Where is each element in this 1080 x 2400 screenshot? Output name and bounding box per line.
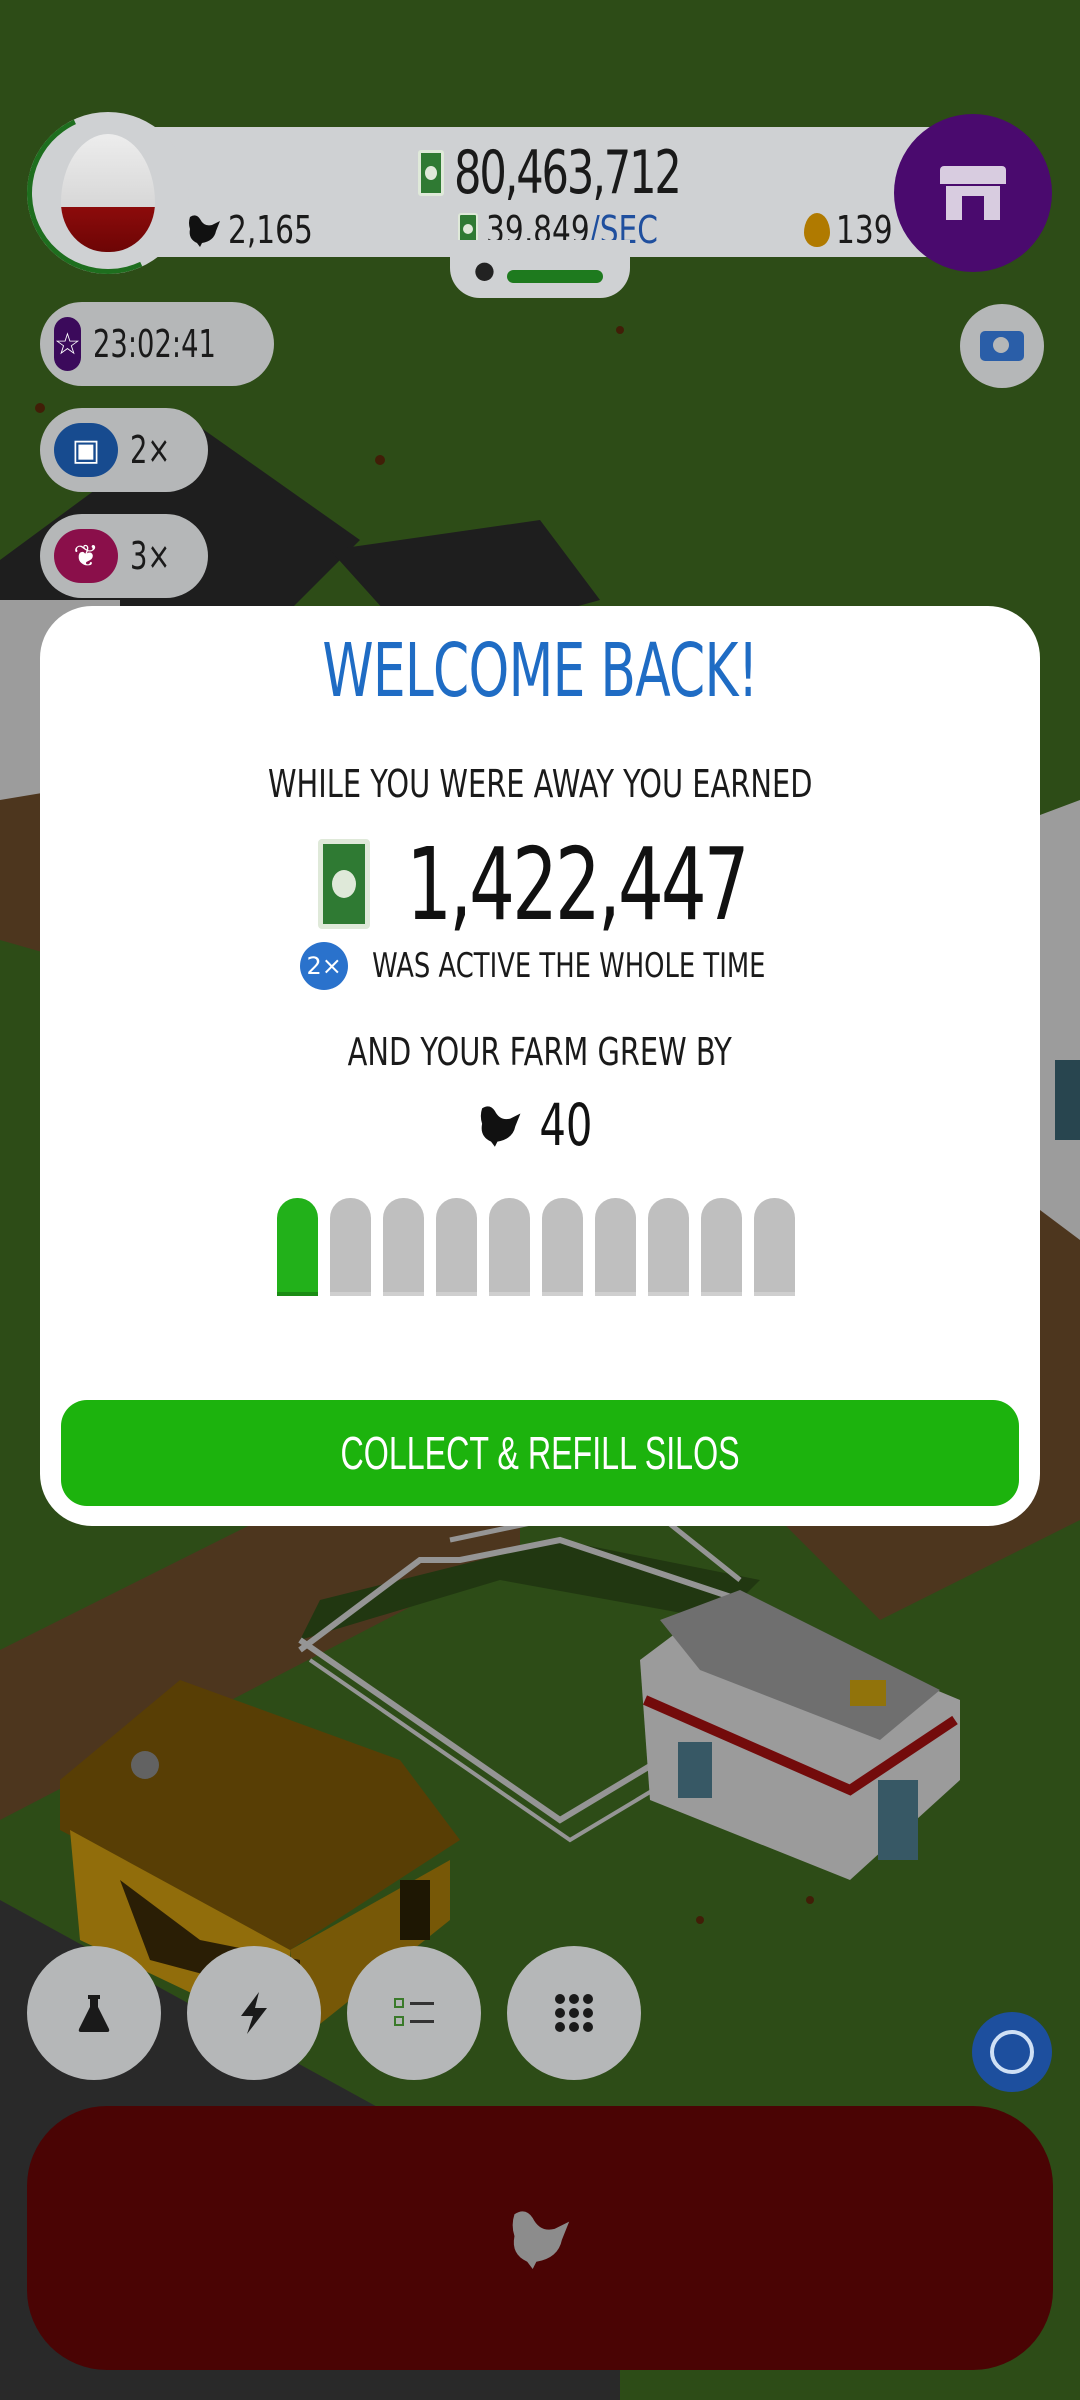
hatch-chicken-button[interactable] — [27, 2106, 1053, 2370]
feather-boost-pill[interactable]: ❦ 3× — [40, 514, 208, 598]
earned-label: WHILE YOU WERE AWAY YOU EARNED — [267, 762, 813, 806]
camera-button[interactable] — [960, 304, 1044, 388]
cash-icon — [418, 150, 444, 196]
boost-timer-pill[interactable]: ☆ 23:02:41 — [40, 302, 274, 386]
silo-slot — [595, 1198, 636, 1296]
collect-refill-label: COLLECT & REFILL SILOS — [340, 1427, 740, 1479]
earned-amount-row: 1,422,447 — [40, 826, 1040, 943]
silo-slot — [436, 1198, 477, 1296]
shop-icon — [940, 166, 1006, 220]
golden-egg-value: 139 — [836, 208, 893, 252]
feather-boost-multiplier: 3× — [129, 534, 171, 578]
lightning-icon — [241, 1992, 267, 2034]
shop-button[interactable] — [894, 114, 1052, 272]
boost-active-label: WAS ACTIVE THE WHOLE TIME — [372, 946, 766, 986]
boost-active-row: 2× WAS ACTIVE THE WHOLE TIME — [40, 940, 1040, 992]
chicken-icon — [512, 2211, 570, 2269]
silo-slot — [648, 1198, 689, 1296]
research-button[interactable] — [27, 1946, 161, 2080]
silo-slot — [277, 1198, 318, 1296]
chicken-count: 2,165 — [186, 208, 337, 252]
chicken-icon — [189, 215, 220, 247]
flask-icon — [78, 1995, 110, 2032]
silo-slot — [330, 1198, 371, 1296]
boosts-button[interactable] — [187, 1946, 321, 2080]
golden-egg-icon — [804, 213, 830, 247]
video-boost-pill[interactable]: ▣ 2× — [40, 408, 208, 492]
cash-icon — [317, 839, 370, 929]
boost-badge: 2× — [300, 942, 349, 990]
missions-button[interactable] — [347, 1946, 481, 2080]
drone-progress-tab[interactable]: ● — [450, 240, 630, 298]
silo-slot — [489, 1198, 530, 1296]
cash-amount: 80,463,712 — [454, 138, 682, 208]
star-icon: ☆ — [54, 317, 81, 371]
golden-egg-count: 139 — [804, 208, 909, 252]
welcome-back-modal: WELCOME BACK! WHILE YOU WERE AWAY YOU EA… — [40, 606, 1040, 1526]
modal-title: WELCOME BACK! — [322, 628, 758, 714]
menu-button[interactable] — [507, 1946, 641, 2080]
camera-icon — [980, 331, 1024, 361]
action-ring-button[interactable] — [972, 2012, 1052, 2092]
chicken-icon — [480, 1106, 521, 1147]
drone-progress-bar — [507, 270, 603, 283]
collect-refill-button[interactable]: COLLECT & REFILL SILOS — [61, 1400, 1019, 1506]
boost-timer: 23:02:41 — [92, 322, 216, 366]
silo-slot — [542, 1198, 583, 1296]
video-boost-multiplier: 2× — [129, 428, 171, 472]
silo-slot — [383, 1198, 424, 1296]
chick-icon: ● — [474, 256, 495, 284]
silo-slot — [701, 1198, 742, 1296]
tv-icon: ▣ — [54, 423, 118, 477]
ring-icon — [990, 2030, 1034, 2074]
feather-icon: ❦ — [54, 529, 118, 583]
cash-display: 80,463,712 — [418, 138, 768, 208]
earned-amount: 1,422,447 — [405, 825, 749, 943]
grew-label: AND YOUR FARM GREW BY — [347, 1030, 733, 1074]
chickens-gained-row: 40 — [40, 1090, 1040, 1160]
silo-slot — [754, 1198, 795, 1296]
checklist-icon — [394, 1996, 434, 2030]
grid-icon — [555, 1994, 593, 2032]
silo-indicator — [277, 1198, 795, 1298]
chickens-gained: 40 — [539, 1091, 593, 1159]
chicken-count-value: 2,165 — [228, 208, 313, 252]
